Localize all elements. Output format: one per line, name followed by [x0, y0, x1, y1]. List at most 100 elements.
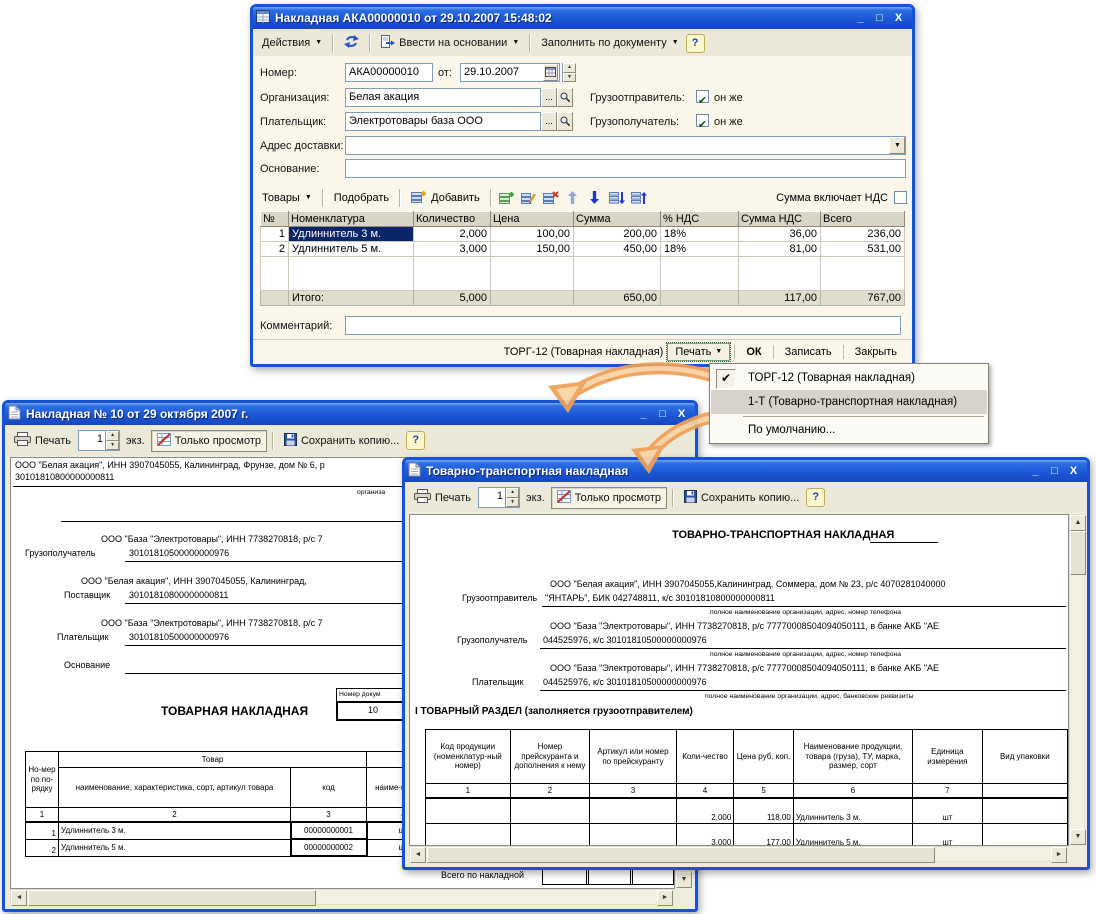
- number-input[interactable]: АКА00000010: [345, 63, 433, 82]
- column-header[interactable]: Сумма: [574, 212, 661, 227]
- cell-vat-pct[interactable]: 18%: [661, 242, 739, 257]
- horizontal-scrollbar[interactable]: ◄ ►: [409, 846, 1067, 862]
- spinner-up-icon[interactable]: ▲: [506, 488, 519, 498]
- scrollbar-thumb[interactable]: [427, 847, 935, 863]
- scroll-left-icon[interactable]: ◄: [410, 847, 426, 863]
- spinner-down-icon[interactable]: ▼: [563, 73, 576, 83]
- column-header[interactable]: Количество: [414, 212, 491, 227]
- save-copy-button[interactable]: Сохранить копию...: [679, 488, 804, 508]
- sort-ascending-button[interactable]: [607, 188, 627, 208]
- column-header[interactable]: % НДС: [661, 212, 739, 227]
- scrollbar-thumb[interactable]: [1070, 531, 1086, 575]
- add-button[interactable]: Добавить: [406, 188, 485, 208]
- print-button[interactable]: Печать: [9, 430, 76, 451]
- copy-row-button[interactable]: [497, 188, 517, 208]
- cell-price[interactable]: 100,00: [491, 227, 574, 242]
- sort-descending-button[interactable]: [629, 188, 649, 208]
- organization-input[interactable]: Белая акация: [345, 88, 541, 107]
- scroll-down-icon[interactable]: ▼: [676, 872, 692, 888]
- move-down-button[interactable]: [585, 188, 605, 208]
- minimize-button[interactable]: _: [852, 11, 869, 26]
- cell-vat-sum[interactable]: 36,00: [739, 227, 821, 242]
- cell-sum[interactable]: 200,00: [574, 227, 661, 242]
- enter-on-basis-button[interactable]: Ввести на основании ▼: [376, 33, 524, 53]
- cell-num[interactable]: 1: [261, 227, 289, 242]
- open-button[interactable]: [557, 88, 573, 107]
- cell-vat-sum[interactable]: 81,00: [739, 242, 821, 257]
- cell-sum[interactable]: 450,00: [574, 242, 661, 257]
- fill-by-document-button[interactable]: Заполнить по документу ▼: [536, 35, 683, 51]
- spinner-down-icon[interactable]: ▼: [506, 498, 519, 508]
- ellipsis-button[interactable]: ...: [541, 88, 557, 107]
- help-button[interactable]: ?: [806, 488, 825, 507]
- actions-button[interactable]: Действия ▼: [257, 35, 327, 51]
- edit-row-button[interactable]: [519, 188, 539, 208]
- spinner-up-icon[interactable]: ▲: [106, 431, 119, 441]
- column-header[interactable]: Номенклатура: [289, 212, 414, 227]
- scroll-up-icon[interactable]: ▲: [1070, 515, 1086, 531]
- scroll-down-icon[interactable]: ▼: [1070, 829, 1086, 845]
- torg12-titlebar[interactable]: Накладная № 10 от 29 октября 2007 г. _ □…: [5, 403, 695, 425]
- close-button[interactable]: X: [890, 11, 907, 26]
- maximize-button[interactable]: □: [654, 407, 671, 422]
- cell-name[interactable]: Удлиннитель 5 м.: [289, 242, 414, 257]
- pick-button[interactable]: Подобрать: [329, 190, 394, 206]
- minimize-button[interactable]: _: [1027, 464, 1044, 479]
- delete-row-button[interactable]: [541, 188, 561, 208]
- combo-arrow-button[interactable]: ▼: [889, 137, 905, 154]
- ok-button[interactable]: ОК: [739, 344, 768, 360]
- ttn-titlebar[interactable]: Товарно-транспортная накладная _ □ X: [405, 460, 1087, 482]
- consignee-same-checkbox[interactable]: ✔: [696, 114, 709, 127]
- table-row[interactable]: 2 Удлиннитель 5 м. 3,000 150,00 450,00 1…: [261, 242, 905, 257]
- calendar-button[interactable]: [543, 64, 558, 81]
- maximize-button[interactable]: □: [871, 11, 888, 26]
- spinner-up-icon[interactable]: ▲: [563, 63, 576, 73]
- open-button[interactable]: [557, 112, 573, 131]
- close-window-button[interactable]: Закрыть: [848, 344, 904, 360]
- maximize-button[interactable]: □: [1046, 464, 1063, 479]
- view-only-toggle[interactable]: Только просмотр: [551, 487, 667, 509]
- vat-included-checkbox[interactable]: [894, 191, 907, 204]
- print-button[interactable]: Печать: [409, 487, 476, 508]
- cell-total[interactable]: 236,00: [821, 227, 905, 242]
- cell-price[interactable]: 150,00: [491, 242, 574, 257]
- column-header[interactable]: Сумма НДС: [739, 212, 821, 227]
- cell-qty[interactable]: 3,000: [414, 242, 491, 257]
- close-button[interactable]: X: [673, 407, 690, 422]
- cell-num[interactable]: 2: [261, 242, 289, 257]
- copies-input[interactable]: 1 ▲ ▼: [78, 430, 120, 451]
- view-only-toggle[interactable]: Только просмотр: [151, 430, 267, 452]
- help-button[interactable]: ?: [686, 34, 705, 53]
- cell-name-selected[interactable]: Удлиннитель 3 м.: [289, 227, 414, 242]
- menu-item-torg12[interactable]: ✔ ТОРГ-12 (Товарная накладная): [711, 366, 987, 390]
- address-combobox[interactable]: [345, 136, 906, 155]
- menu-item-1t[interactable]: 1-Т (Товарно-транспортная накладная): [711, 390, 987, 414]
- table-row[interactable]: 1 Удлиннитель 3 м. 2,000 100,00 200,00 1…: [261, 227, 905, 242]
- horizontal-scrollbar[interactable]: ◄ ►: [10, 889, 673, 905]
- save-button[interactable]: Записать: [778, 344, 839, 360]
- move-up-button[interactable]: [563, 188, 583, 208]
- cell-vat-pct[interactable]: 18%: [661, 227, 739, 242]
- spinner-down-icon[interactable]: ▼: [106, 441, 119, 451]
- invoice-form-titlebar[interactable]: Накладная АКА00000010 от 29.10.2007 15:4…: [253, 7, 912, 29]
- column-header[interactable]: Цена: [491, 212, 574, 227]
- minimize-button[interactable]: _: [635, 407, 652, 422]
- cell-total[interactable]: 531,00: [821, 242, 905, 257]
- copies-input[interactable]: 1 ▲ ▼: [478, 487, 520, 508]
- print-button[interactable]: Печать ▼: [667, 343, 730, 361]
- cell-qty[interactable]: 2,000: [414, 227, 491, 242]
- scroll-right-icon[interactable]: ►: [1051, 847, 1067, 863]
- consignor-same-checkbox[interactable]: ✔: [696, 90, 709, 103]
- scrollbar-thumb[interactable]: [28, 890, 316, 906]
- goods-menu-button[interactable]: Товары ▼: [257, 190, 317, 206]
- column-header[interactable]: Всего: [821, 212, 905, 227]
- column-header[interactable]: №: [261, 212, 289, 227]
- save-copy-button[interactable]: Сохранить копию...: [279, 431, 404, 451]
- comment-input[interactable]: [345, 316, 901, 335]
- payer-input[interactable]: Электротовары база ООО: [345, 112, 541, 131]
- exchange-button[interactable]: [339, 33, 364, 53]
- vertical-scrollbar[interactable]: ▲ ▼: [1069, 514, 1085, 844]
- scroll-right-icon[interactable]: ►: [657, 890, 673, 906]
- ellipsis-button[interactable]: ...: [541, 112, 557, 131]
- help-button[interactable]: ?: [406, 431, 425, 450]
